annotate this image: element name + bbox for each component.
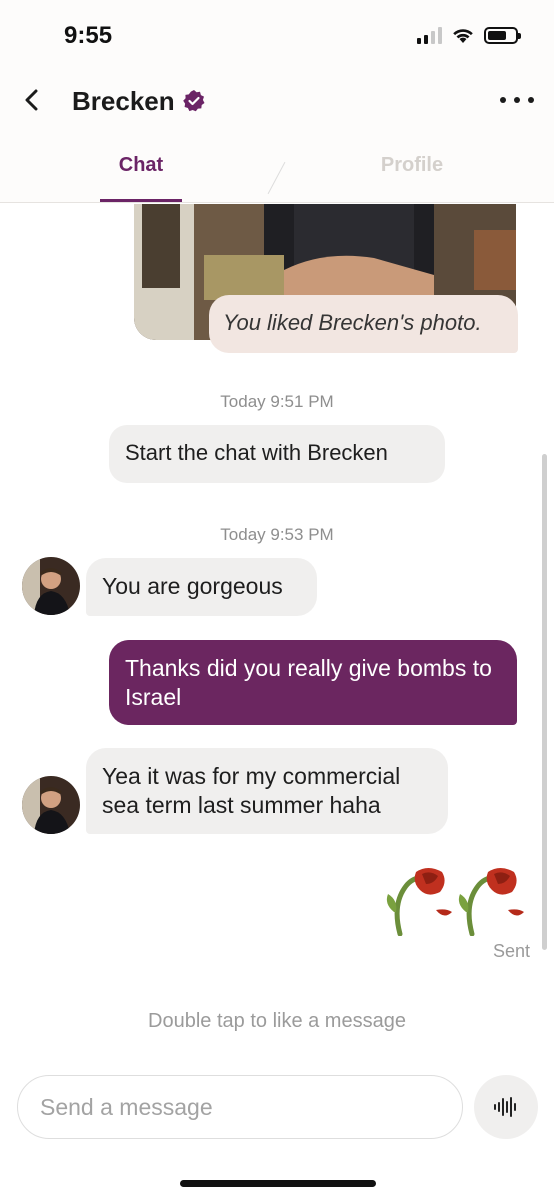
- back-button[interactable]: [14, 82, 50, 118]
- active-tab-indicator: [100, 199, 182, 202]
- incoming-message[interactable]: You are gorgeous: [86, 558, 317, 616]
- conversation[interactable]: You liked Brecken's photo. Today 9:51 PM…: [0, 204, 554, 1064]
- chat-header: Brecken: [0, 70, 554, 132]
- status-time: 9:55: [64, 22, 113, 49]
- voice-waveform-icon: [494, 1097, 516, 1117]
- wilted-rose-emoji-message[interactable]: [384, 864, 528, 936]
- verified-badge-icon: [183, 90, 205, 112]
- wifi-icon: [453, 29, 473, 43]
- status-bar: 9:55: [0, 0, 554, 70]
- message-composer: [0, 1064, 554, 1199]
- tab-divider: [267, 161, 286, 195]
- chevron-left-icon: [25, 89, 38, 111]
- start-chat-prompt[interactable]: Start the chat with Brecken: [109, 425, 445, 483]
- timestamp: Today 9:51 PM: [220, 392, 334, 411]
- status-icons: [417, 26, 521, 44]
- signal-icon: [417, 26, 442, 44]
- home-indicator: [180, 1180, 376, 1187]
- scrollbar[interactable]: [542, 454, 547, 950]
- voice-message-button[interactable]: [474, 1075, 538, 1139]
- message-input[interactable]: [17, 1075, 463, 1139]
- wilted-rose-icon: [458, 868, 524, 936]
- wilted-rose-icon: [386, 868, 452, 936]
- avatar[interactable]: [22, 776, 80, 834]
- more-dots-icon: [500, 97, 506, 103]
- battery-icon: [484, 26, 521, 44]
- avatar[interactable]: [22, 557, 80, 615]
- sent-status: Sent: [492, 941, 530, 961]
- double-tap-hint: Double tap to like a message: [148, 1010, 406, 1032]
- contact-name[interactable]: Brecken: [72, 86, 175, 117]
- outgoing-message[interactable]: Thanks did you really give bombs to Isra…: [109, 640, 517, 725]
- tab-chat[interactable]: Chat: [100, 154, 182, 177]
- incoming-message[interactable]: Yea it was for my commercial sea term la…: [86, 748, 448, 834]
- tab-profile[interactable]: Profile: [370, 154, 454, 177]
- tab-bar: Chat Profile: [0, 132, 554, 203]
- more-options-button[interactable]: [500, 88, 534, 112]
- timestamp: Today 9:53 PM: [220, 525, 334, 544]
- photo-like-bubble[interactable]: You liked Brecken's photo.: [209, 295, 518, 353]
